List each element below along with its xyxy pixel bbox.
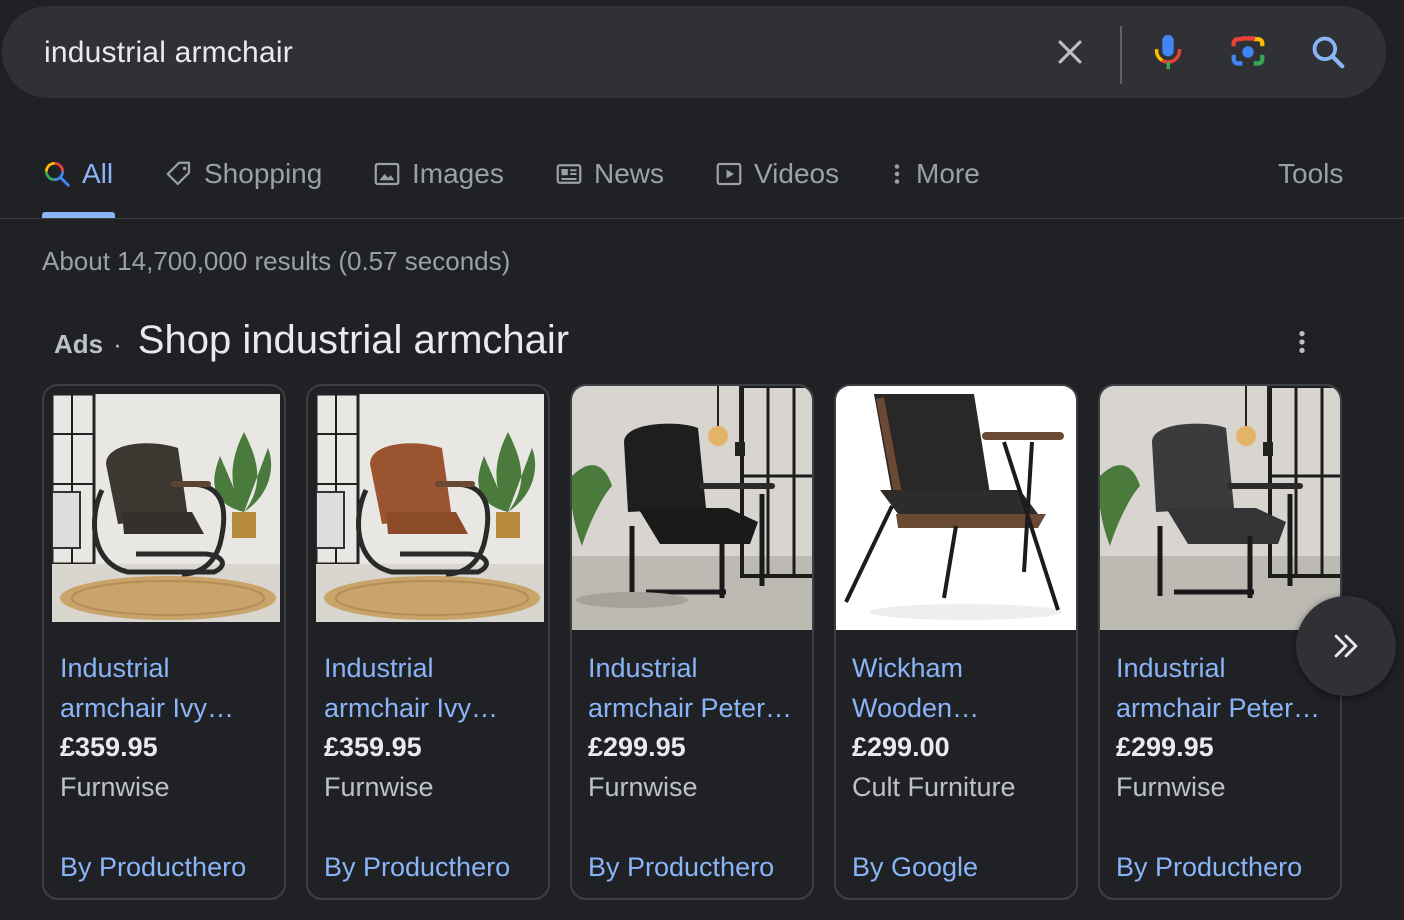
product-title[interactable]: Wickham Wooden… [852,648,1066,728]
product-image[interactable] [836,386,1076,630]
product-image[interactable] [1100,386,1340,630]
microphone-icon[interactable] [1148,32,1188,72]
ads-header: Ads · Shop industrial armchair [54,318,569,363]
product-title-line: Wickham [852,653,964,683]
ads-label: Ads [54,329,104,359]
product-title[interactable]: Industrial armchair Ivy… [324,648,538,728]
camera-lens-icon[interactable] [1228,32,1268,72]
tab-label: News [594,158,665,189]
tab-videos[interactable]: Videos [714,154,839,194]
product-card[interactable]: Industrial armchair Peter… £299.95 Furnw… [570,384,814,900]
product-merchant: Furnwise [588,772,698,802]
result-stats: About 14,700,000 results (0.57 seconds) [42,246,511,276]
product-card[interactable]: Industrial armchair Ivy… £359.95 Furnwis… [306,384,550,900]
image-icon [372,159,402,189]
tab-news[interactable]: News [554,154,664,194]
product-merchant: Cult Furniture [852,772,1016,802]
product-price: £359.95 [60,732,158,762]
tab-label: All [82,158,114,189]
search-input[interactable]: industrial armchair [44,36,293,70]
search-bar[interactable]: industrial armchair [2,6,1386,98]
product-title-line: armchair Peter… [588,693,793,723]
product-provider-link[interactable]: By Producthero [1116,852,1302,883]
search-bar-divider [1120,26,1122,84]
tab-shopping[interactable]: Shopping [164,154,322,194]
product-title-line: Wooden… [852,693,980,723]
product-title[interactable]: Industrial armchair Ivy… [60,648,274,728]
product-title-line: armchair Ivy… [60,693,235,723]
ads-separator: · [113,329,122,359]
search-tabs: All Shopping Images News Videos More Too… [0,140,1404,220]
product-title-line: armchair Peter… [1116,693,1321,723]
product-title-line: Industrial [588,653,698,683]
product-provider-link[interactable]: By Producthero [588,852,774,883]
clear-icon[interactable] [1050,32,1090,72]
product-provider-link[interactable]: By Producthero [324,852,510,883]
kebab-icon [888,159,906,189]
product-image[interactable] [52,394,280,622]
tab-all[interactable]: All [42,154,113,194]
product-card[interactable]: Industrial armchair Ivy… £359.95 Furnwis… [42,384,286,900]
tools-button[interactable]: Tools [1278,154,1343,194]
product-merchant: Furnwise [60,772,170,802]
tabs-divider [0,218,1404,219]
tab-label: Images [412,158,504,189]
product-title-line: armchair Ivy… [324,693,499,723]
product-image[interactable] [572,386,812,630]
product-price: £299.95 [588,732,686,762]
tab-label: Videos [754,158,840,189]
product-title-line: Industrial [60,653,170,683]
product-card[interactable]: Wickham Wooden… £299.00 Cult Furniture B… [834,384,1078,900]
product-price: £359.95 [324,732,422,762]
product-merchant: Furnwise [324,772,434,802]
tab-more[interactable]: More [888,154,980,194]
play-icon [714,159,744,189]
product-price: £299.00 [852,732,950,762]
product-title[interactable]: Industrial armchair Peter… [588,648,802,728]
double-chevron-right-icon [1334,634,1358,658]
product-provider-link[interactable]: By Producthero [60,852,246,883]
product-price: £299.95 [1116,732,1214,762]
product-title-line: Industrial [324,653,434,683]
tab-images[interactable]: Images [372,154,504,194]
newspaper-icon [554,159,584,189]
ads-title: Shop industrial armchair [137,318,570,362]
search-icon[interactable] [1308,32,1348,72]
tools-label: Tools [1278,158,1344,189]
product-image[interactable] [316,394,544,622]
search-icon [42,159,72,189]
tab-label: Shopping [204,158,323,189]
kebab-icon [1299,330,1305,354]
tab-label: More [916,158,980,189]
product-provider-link[interactable]: By Google [852,852,978,883]
carousel-next-button[interactable] [1296,596,1396,696]
product-merchant: Furnwise [1116,772,1226,802]
ads-options-button[interactable] [1286,326,1318,358]
tag-icon [164,159,194,189]
